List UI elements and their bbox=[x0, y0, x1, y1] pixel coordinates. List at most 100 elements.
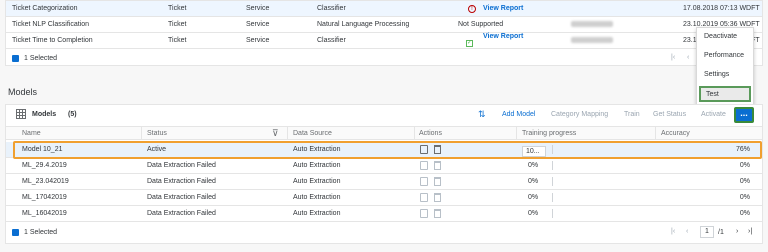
cell-object: Ticket bbox=[168, 37, 187, 44]
menu-item-performance[interactable]: Performance bbox=[697, 47, 753, 65]
cell-name: Ticket NLP Classification bbox=[12, 21, 90, 28]
col-training-progress[interactable]: Training progress bbox=[522, 130, 576, 137]
delete-icon[interactable] bbox=[434, 193, 441, 202]
table-row[interactable]: Ticket Time to Completion Ticket Service… bbox=[6, 33, 762, 49]
selection-icon[interactable] bbox=[12, 55, 19, 62]
training-progress-value: 0% bbox=[528, 162, 539, 169]
cell-type: Service bbox=[246, 21, 270, 28]
more-actions-menu: Deactivate Performance Settings Test bbox=[696, 27, 754, 106]
selection-icon[interactable] bbox=[12, 229, 19, 236]
cell-object: Ticket bbox=[168, 21, 187, 28]
cell-name: Ticket Time to Completion bbox=[12, 37, 93, 44]
table-row[interactable]: ML_23.042019 Data Extraction Failed Auto… bbox=[6, 174, 762, 190]
models-count: (5) bbox=[68, 111, 77, 118]
models-toolbar: Models (5) ⇅ Add Model Category Mapping … bbox=[6, 105, 762, 125]
cell-accuracy: 0% bbox=[739, 210, 750, 217]
details-icon[interactable] bbox=[420, 161, 428, 170]
section-heading: Models bbox=[8, 87, 38, 97]
check-icon: ✓ bbox=[466, 40, 473, 47]
cell-category: Classifier bbox=[317, 37, 346, 44]
view-report-link[interactable]: View Report bbox=[483, 33, 523, 40]
top-table: Ticket Categorization Ticket Service Cla… bbox=[5, 0, 763, 66]
cell-status: Data Extraction Failed bbox=[147, 162, 216, 169]
cell-status: Data Extraction Failed bbox=[147, 178, 216, 185]
progress-divider bbox=[552, 161, 553, 170]
column-headers: Name Status ⊽ Data Source Actions Traini… bbox=[6, 126, 762, 140]
table-footer: 1 Selected |‹ ‹ 1 /1 › ›| bbox=[6, 225, 762, 241]
col-name[interactable]: Name bbox=[22, 130, 41, 137]
cell-accuracy: 0% bbox=[739, 178, 750, 185]
table-row[interactable]: ML_17042019 Data Extraction Failed Auto … bbox=[6, 190, 762, 206]
cell-accuracy: 0% bbox=[739, 194, 750, 201]
cell-type: Service bbox=[246, 5, 270, 12]
redacted-text bbox=[571, 37, 613, 45]
activate-button[interactable]: Activate bbox=[701, 111, 726, 118]
filter-icon[interactable]: ⊽ bbox=[272, 128, 279, 139]
table-row[interactable]: ML_16042019 Data Extraction Failed Auto … bbox=[6, 206, 762, 222]
cell-name: ML_29.4.2019 bbox=[22, 162, 67, 169]
cell-category: Natural Language Processing bbox=[317, 21, 410, 28]
first-page-icon[interactable]: |‹ bbox=[671, 228, 675, 235]
col-status[interactable]: Status bbox=[147, 130, 167, 137]
table-row[interactable]: Ticket NLP Classification Ticket Service… bbox=[6, 17, 762, 33]
progress-divider bbox=[552, 193, 553, 202]
cell-status: Not Supported bbox=[458, 21, 504, 28]
menu-item-test[interactable]: Test bbox=[699, 86, 751, 102]
menu-item-settings[interactable]: Settings bbox=[697, 66, 753, 84]
get-status-button[interactable]: Get Status bbox=[653, 111, 686, 118]
more-actions-button[interactable]: ... bbox=[734, 107, 754, 123]
training-progress-value: 0% bbox=[528, 178, 539, 185]
selected-count: 1 Selected bbox=[24, 55, 58, 62]
cell-name: Ticket Categorization bbox=[12, 5, 78, 12]
last-page-icon[interactable]: ›| bbox=[748, 228, 752, 235]
cell-source: Auto Extraction bbox=[293, 162, 341, 169]
cell-source: Auto Extraction bbox=[293, 178, 341, 185]
selected-count: 1 Selected bbox=[24, 229, 58, 236]
train-button[interactable]: Train bbox=[624, 111, 640, 118]
prev-page-icon[interactable]: ‹ bbox=[687, 54, 689, 61]
table-row[interactable]: Ticket Categorization Ticket Service Cla… bbox=[6, 1, 762, 17]
redacted-text bbox=[571, 21, 613, 29]
training-progress-value: 0% bbox=[528, 210, 539, 217]
view-report-link[interactable]: View Report bbox=[483, 5, 523, 12]
menu-item-deactivate[interactable]: Deactivate bbox=[697, 28, 753, 46]
models-title: Models bbox=[32, 111, 57, 118]
delete-icon[interactable] bbox=[434, 209, 441, 218]
details-icon[interactable] bbox=[420, 177, 428, 186]
category-mapping-button[interactable]: Category Mapping bbox=[551, 111, 608, 118]
cell-name: ML_16042019 bbox=[22, 210, 67, 217]
cell-name: ML_17042019 bbox=[22, 194, 67, 201]
sort-icon[interactable]: ⇅ bbox=[478, 109, 486, 120]
cell-date: 17.08.2018 07:13 WDFT bbox=[683, 5, 760, 12]
table-footer: 1 Selected |‹ ‹ bbox=[6, 51, 762, 67]
delete-icon[interactable] bbox=[434, 177, 441, 186]
highlight-frame bbox=[13, 141, 762, 159]
details-icon[interactable] bbox=[420, 193, 428, 202]
next-page-icon[interactable]: › bbox=[736, 228, 738, 235]
details-icon[interactable] bbox=[420, 209, 428, 218]
cell-accuracy: 0% bbox=[739, 162, 750, 169]
cell-source: Auto Extraction bbox=[293, 194, 341, 201]
page-number-input[interactable]: 1 bbox=[700, 226, 714, 238]
cell-source: Auto Extraction bbox=[293, 210, 341, 217]
models-table: Models (5) ⇅ Add Model Category Mapping … bbox=[5, 104, 763, 244]
progress-divider bbox=[552, 177, 553, 186]
cell-name: ML_23.042019 bbox=[22, 178, 69, 185]
cell-category: Classifier bbox=[317, 5, 346, 12]
table-row[interactable]: ML_29.4.2019 Data Extraction Failed Auto… bbox=[6, 158, 762, 174]
add-model-button[interactable]: Add Model bbox=[502, 111, 535, 118]
progress-divider bbox=[552, 209, 553, 218]
training-progress-value: 0% bbox=[528, 194, 539, 201]
cell-type: Service bbox=[246, 37, 270, 44]
col-actions[interactable]: Actions bbox=[419, 130, 442, 137]
cell-status: Data Extraction Failed bbox=[147, 210, 216, 217]
page-total: /1 bbox=[718, 229, 724, 236]
table-grid-icon bbox=[16, 109, 26, 121]
error-icon: ! bbox=[468, 5, 476, 13]
first-page-icon[interactable]: |‹ bbox=[671, 54, 675, 61]
delete-icon[interactable] bbox=[434, 161, 441, 170]
col-accuracy[interactable]: Accuracy bbox=[661, 130, 690, 137]
prev-page-icon[interactable]: ‹ bbox=[686, 228, 688, 235]
col-data-source[interactable]: Data Source bbox=[293, 130, 332, 137]
cell-status: Data Extraction Failed bbox=[147, 194, 216, 201]
